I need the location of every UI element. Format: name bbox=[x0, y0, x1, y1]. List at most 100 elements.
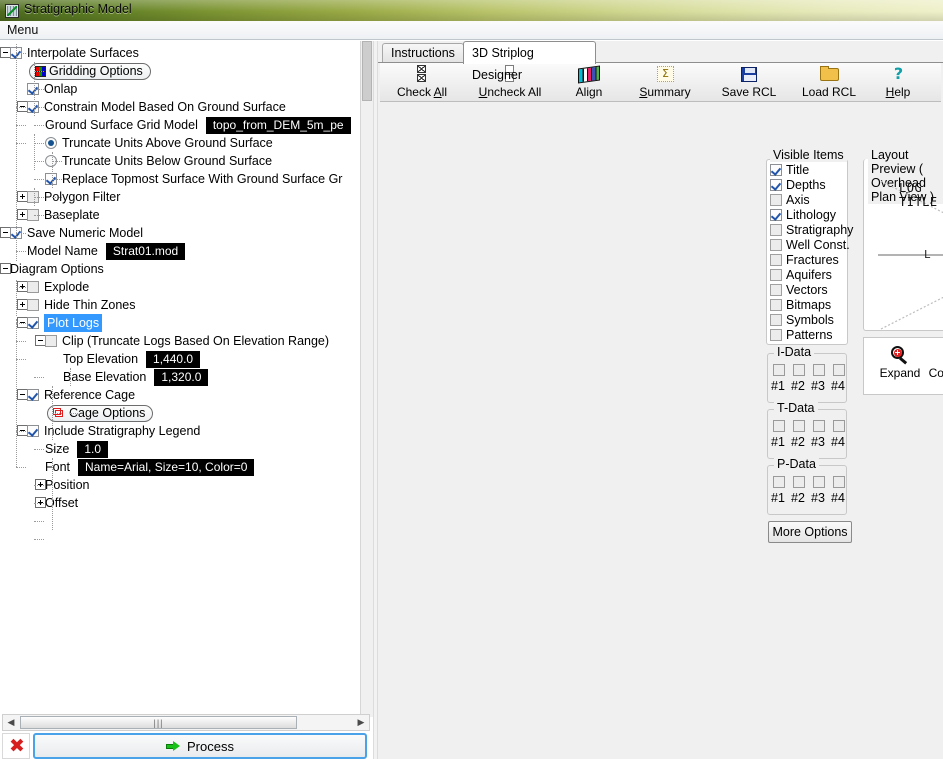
menu-button[interactable]: Menu bbox=[7, 23, 38, 37]
process-button[interactable]: Process bbox=[33, 733, 367, 759]
tab-strip: Instructions 3D Striplog Designer bbox=[378, 41, 943, 82]
expand-button[interactable]: Expand bbox=[874, 346, 926, 380]
checkbox-t-data-4[interactable] bbox=[833, 420, 845, 432]
visible-item-fractures[interactable]: Fractures bbox=[770, 253, 846, 268]
checkbox-p-data-3[interactable] bbox=[813, 476, 825, 488]
tree-guide-line bbox=[16, 359, 26, 360]
tree-guide-line bbox=[16, 44, 17, 261]
tree-horizontal-scrollbar[interactable]: ◀ ||| ▶ bbox=[2, 714, 370, 731]
tree-label-model-name: Model Name bbox=[27, 244, 98, 258]
checkbox-fractures[interactable] bbox=[770, 254, 782, 266]
visible-item-symbols[interactable]: Symbols bbox=[770, 313, 846, 328]
visible-item-bitmaps[interactable]: Bitmaps bbox=[770, 298, 846, 313]
tree-vertical-scroll-thumb[interactable] bbox=[362, 41, 372, 101]
checkbox-depths[interactable] bbox=[770, 179, 782, 191]
visible-item-patterns[interactable]: Patterns bbox=[770, 328, 846, 343]
visible-item-title[interactable]: Title bbox=[770, 163, 846, 178]
checkbox-hide-thin-zones[interactable] bbox=[27, 299, 39, 311]
save-rcl-label: Save RCL bbox=[721, 85, 777, 99]
tab-3d-striplog-designer[interactable]: 3D Striplog Designer bbox=[463, 41, 596, 82]
value-ground-surface-grid-model[interactable]: topo_from_DEM_5m_pe bbox=[205, 117, 351, 134]
checkbox-title[interactable] bbox=[770, 164, 782, 176]
checkbox-vectors[interactable] bbox=[770, 284, 782, 296]
tree-guide-line bbox=[16, 341, 26, 342]
checkbox-axis[interactable] bbox=[770, 194, 782, 206]
align-button[interactable]: Align bbox=[558, 64, 620, 101]
summary-label: Summary bbox=[639, 85, 691, 99]
magnifier-plus-icon bbox=[890, 346, 910, 366]
value-legend-font[interactable]: Name=Arial, Size=10, Color=0 bbox=[78, 459, 255, 476]
visible-item-well-const[interactable]: Well Const. bbox=[770, 238, 850, 253]
checkbox-well-const[interactable] bbox=[770, 239, 782, 251]
tree-guide-line bbox=[34, 377, 44, 378]
scroll-right-arrow-icon[interactable]: ▶ bbox=[354, 716, 368, 729]
checkbox-t-data-3[interactable] bbox=[813, 420, 825, 432]
checkbox-aquifers[interactable] bbox=[770, 269, 782, 281]
visible-item-label-aquifers: Aquifers bbox=[786, 268, 832, 282]
checkbox-lithology[interactable] bbox=[770, 209, 782, 221]
checkbox-t-data-2[interactable] bbox=[793, 420, 805, 432]
tree-guide-line bbox=[34, 215, 44, 216]
gridding-options-button[interactable]: Gridding Options bbox=[29, 63, 151, 80]
more-options-button[interactable]: More Options bbox=[768, 521, 852, 543]
checkbox-i-data-3[interactable] bbox=[813, 364, 825, 376]
label-i-data-4: #4 bbox=[831, 379, 845, 393]
checkbox-reference-cage[interactable] bbox=[27, 389, 39, 401]
folder-icon bbox=[820, 66, 839, 81]
value-model-name[interactable]: Strat01.mod bbox=[105, 243, 186, 260]
tree-guide-line bbox=[52, 395, 62, 396]
checkbox-p-data-2[interactable] bbox=[793, 476, 805, 488]
arrow-right-icon bbox=[166, 741, 181, 752]
tree-guide-line bbox=[34, 89, 44, 90]
value-top-elevation[interactable]: 1,440.0 bbox=[146, 351, 201, 368]
visible-item-depths[interactable]: Depths bbox=[770, 178, 846, 193]
visible-item-lithology[interactable]: Lithology bbox=[770, 208, 846, 223]
tree-guide-line bbox=[70, 395, 80, 396]
radio-truncate-above[interactable] bbox=[45, 137, 57, 149]
load-rcl-button[interactable]: Load RCL bbox=[790, 64, 868, 101]
tree-label-interpolate-surfaces: Interpolate Surfaces bbox=[27, 46, 139, 60]
checkbox-i-data-1[interactable] bbox=[773, 364, 785, 376]
window-title-bar[interactable]: Stratigraphic Model bbox=[0, 0, 943, 21]
checkbox-p-data-4[interactable] bbox=[833, 476, 845, 488]
visible-item-axis[interactable]: Axis bbox=[770, 193, 846, 208]
checkbox-plot-logs[interactable] bbox=[27, 317, 39, 329]
options-tree[interactable]: Interpolate Surfaces Gridding Options Onla… bbox=[0, 41, 360, 710]
save-rcl-button[interactable]: Save RCL bbox=[710, 64, 788, 101]
gridding-options-label: Gridding Options bbox=[49, 64, 143, 78]
summary-icon: Σ bbox=[657, 66, 674, 82]
help-button[interactable]: ? Help bbox=[870, 64, 926, 101]
checkbox-bitmaps[interactable] bbox=[770, 299, 782, 311]
checkbox-include-stratigraphy-legend[interactable] bbox=[27, 425, 39, 437]
checkbox-clip-truncate-logs[interactable] bbox=[45, 335, 57, 347]
checkbox-stratigraphy[interactable] bbox=[770, 224, 782, 236]
scroll-left-arrow-icon[interactable]: ◀ bbox=[4, 716, 18, 729]
tree-guide-line bbox=[34, 197, 44, 198]
tree-guide-line bbox=[16, 53, 26, 54]
collapse-button[interactable]: Collapse bbox=[926, 346, 943, 380]
expand-label: Expand bbox=[879, 366, 921, 380]
checkbox-i-data-2[interactable] bbox=[793, 364, 805, 376]
checkbox-symbols[interactable] bbox=[770, 314, 782, 326]
checkbox-p-data-1[interactable] bbox=[773, 476, 785, 488]
checkbox-explode[interactable] bbox=[27, 281, 39, 293]
cancel-button[interactable]: ✖ bbox=[2, 733, 30, 759]
visible-item-aquifers[interactable]: Aquifers bbox=[770, 268, 846, 283]
label-i-data-2: #2 bbox=[791, 379, 805, 393]
visible-item-stratigraphy[interactable]: Stratigraphy bbox=[770, 223, 853, 238]
tree-label-plot-logs: Plot Logs bbox=[44, 314, 103, 332]
checkbox-i-data-4[interactable] bbox=[833, 364, 845, 376]
visible-item-vectors[interactable]: Vectors bbox=[770, 283, 846, 298]
value-legend-size[interactable]: 1.0 bbox=[77, 441, 108, 458]
tree-guide-line bbox=[52, 197, 62, 198]
tree-horizontal-scroll-thumb[interactable]: ||| bbox=[20, 716, 297, 729]
checkbox-t-data-1[interactable] bbox=[773, 420, 785, 432]
summary-button[interactable]: Σ Summary bbox=[622, 64, 708, 101]
checkbox-patterns[interactable] bbox=[770, 329, 782, 341]
value-base-elevation[interactable]: 1,320.0 bbox=[154, 369, 209, 386]
tab-label-instructions: Instructions bbox=[391, 46, 455, 60]
tab-instructions[interactable]: Instructions bbox=[382, 43, 464, 63]
tree-vertical-scrollbar[interactable] bbox=[360, 41, 373, 717]
check-all-button[interactable]: Check All bbox=[382, 64, 462, 101]
cage-options-button[interactable]: Cage Options bbox=[47, 405, 154, 422]
